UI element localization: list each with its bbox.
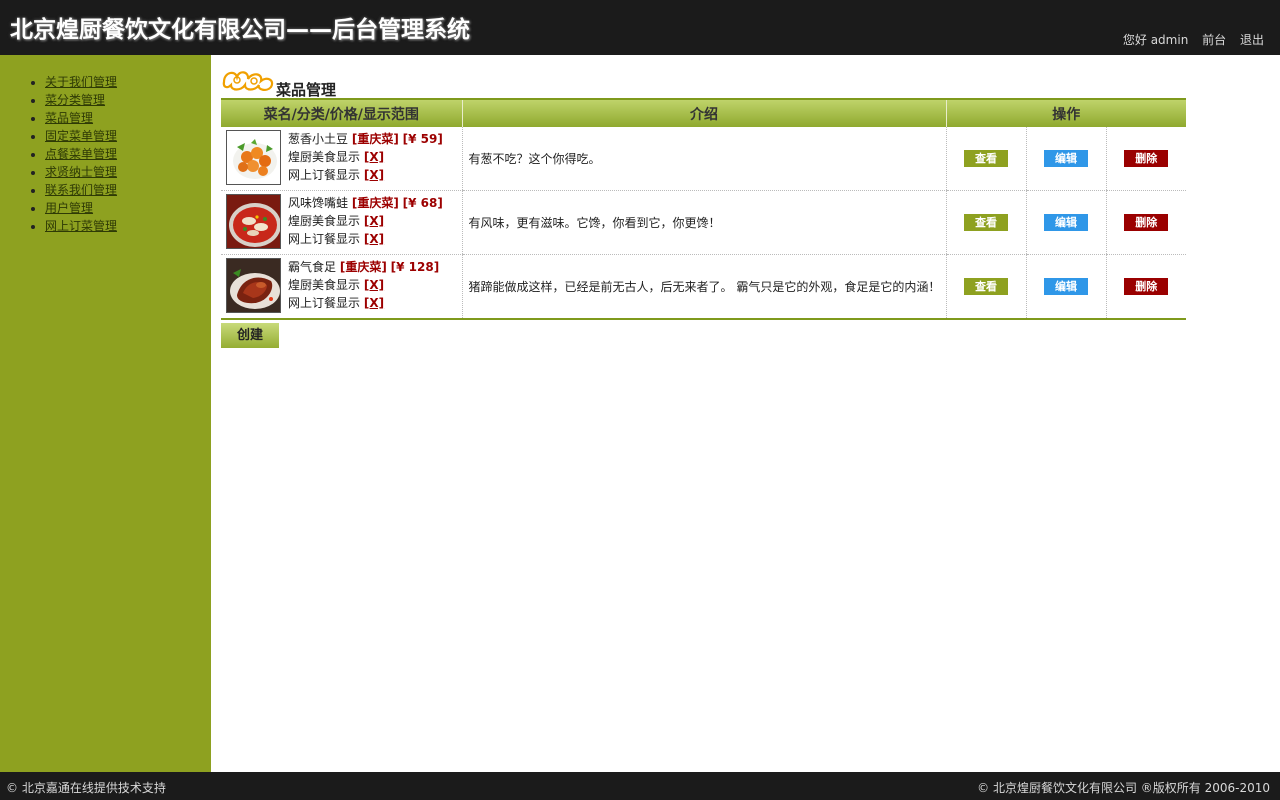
show-order-toggle[interactable]: [X] [364, 296, 384, 310]
sidebar-link-online-orders[interactable]: 网上订菜管理 [45, 219, 117, 233]
frontend-link[interactable]: 前台 [1202, 33, 1226, 47]
delete-button[interactable]: 删除 [1124, 278, 1169, 295]
sidebar-link-contact[interactable]: 联系我们管理 [45, 183, 117, 197]
dish-cell: 葱香小土豆 [重庆菜] [¥ 59] 煌厨美食显示 [X] 网上订餐显示 [X] [221, 127, 462, 191]
view-button[interactable]: 查看 [964, 278, 1008, 295]
edit-button[interactable]: 编辑 [1044, 214, 1088, 231]
dish-cell: 霸气食足 [重庆菜] [¥ 128] 煌厨美食显示 [X] 网上订餐显示 [X] [221, 254, 462, 320]
column-header-intro: 介绍 [461, 98, 946, 127]
dish-price: [¥ 128] [390, 260, 440, 274]
dish-intro: 猪蹄能做成这样，已经是前无古人，后无来者了。 霸气只是它的外观，食足是它的内涵！ [461, 254, 946, 320]
sidebar-item-dish-category: 菜分类管理 [45, 91, 211, 109]
header-links: 您好 admin 前台 退出 [1113, 31, 1264, 48]
table-row: 霸气食足 [重庆菜] [¥ 128] 煌厨美食显示 [X] 网上订餐显示 [X]… [221, 254, 1186, 320]
sidebar-item-users: 用户管理 [45, 199, 211, 217]
show-order-label: 网上订餐显示 [288, 232, 361, 246]
dish-name: 风味馋嘴蛙 [288, 196, 349, 210]
show-food-toggle[interactable]: [X] [364, 214, 384, 228]
dish-intro: 有葱不吃？这个你得吃。 [461, 127, 946, 191]
create-button[interactable]: 创建 [221, 323, 279, 348]
edit-button[interactable]: 编辑 [1044, 150, 1088, 167]
dish-intro: 有风味，更有滋味。它馋，你看到它，你更馋！ [461, 190, 946, 255]
column-header-actions: 操作 [945, 98, 1186, 127]
header-bar: 北京煌厨餐饮文化有限公司——后台管理系统 您好 admin 前台 退出 [0, 0, 1280, 55]
table-row: 葱香小土豆 [重庆菜] [¥ 59] 煌厨美食显示 [X] 网上订餐显示 [X]… [221, 127, 1186, 191]
site-title: 北京煌厨餐饮文化有限公司——后台管理系统 [10, 17, 470, 43]
show-order-label: 网上订餐显示 [288, 296, 361, 310]
sidebar-link-fixed-menu[interactable]: 固定菜单管理 [45, 129, 117, 143]
show-food-toggle[interactable]: [X] [364, 278, 384, 292]
sidebar-item-fixed-menu: 固定菜单管理 [45, 127, 211, 145]
table-row: 风味馋嘴蛙 [重庆菜] [¥ 68] 煌厨美食显示 [X] 网上订餐显示 [X]… [221, 190, 1186, 255]
dish-name: 霸气食足 [288, 260, 337, 274]
dish-price: [¥ 59] [402, 132, 443, 146]
show-order-toggle[interactable]: [X] [364, 168, 384, 182]
footer-tech-support: © 北京嘉通在线提供技术支持 [6, 781, 166, 795]
sidebar-menu: 关于我们管理 菜分类管理 菜品管理 固定菜单管理 点餐菜单管理 求贤纳士管理 联… [0, 55, 211, 235]
sidebar: 关于我们管理 菜分类管理 菜品管理 固定菜单管理 点餐菜单管理 求贤纳士管理 联… [0, 55, 211, 772]
delete-button[interactable]: 删除 [1124, 214, 1169, 231]
sidebar-item-contact: 联系我们管理 [45, 181, 211, 199]
column-header-name: 菜名/分类/价格/显示范围 [221, 98, 462, 127]
dish-thumbnail[interactable] [226, 130, 281, 185]
view-button[interactable]: 查看 [964, 214, 1008, 231]
dish-name: 葱香小土豆 [288, 132, 349, 146]
edit-button[interactable]: 编辑 [1044, 278, 1088, 295]
dish-table: 菜名/分类/价格/显示范围 介绍 操作 葱香小土豆 [重庆菜] [¥ 59] 煌… [221, 98, 1186, 320]
dish-cell: 风味馋嘴蛙 [重庆菜] [¥ 68] 煌厨美食显示 [X] 网上订餐显示 [X] [221, 190, 462, 255]
sidebar-item-about: 关于我们管理 [45, 73, 211, 91]
dish-category: [重庆菜] [351, 132, 399, 146]
sidebar-link-users[interactable]: 用户管理 [45, 201, 93, 215]
sidebar-item-order-menu: 点餐菜单管理 [45, 145, 211, 163]
cloud-ornament-icon [222, 71, 274, 91]
sidebar-item-online-orders: 网上订菜管理 [45, 217, 211, 235]
show-food-label: 煌厨美食显示 [288, 214, 361, 228]
sidebar-link-dishes[interactable]: 菜品管理 [45, 111, 93, 125]
sidebar-item-recruitment: 求贤纳士管理 [45, 163, 211, 181]
sidebar-link-about[interactable]: 关于我们管理 [45, 75, 117, 89]
dish-category: [重庆菜] [339, 260, 387, 274]
dish-thumbnail[interactable] [226, 194, 281, 249]
sidebar-link-recruitment[interactable]: 求贤纳士管理 [45, 165, 117, 179]
show-food-label: 煌厨美食显示 [288, 278, 361, 292]
page-title: 菜品管理 [276, 81, 337, 99]
page-heading: 菜品管理 [221, 64, 421, 99]
sidebar-item-dishes: 菜品管理 [45, 109, 211, 127]
logout-link[interactable]: 退出 [1240, 33, 1264, 47]
show-order-toggle[interactable]: [X] [364, 232, 384, 246]
view-button[interactable]: 查看 [964, 150, 1008, 167]
main-content: 菜品管理 菜名/分类/价格/显示范围 介绍 操作 葱香小土豆 [重庆菜] [¥ … [221, 55, 1271, 772]
sidebar-link-dish-category[interactable]: 菜分类管理 [45, 93, 105, 107]
sidebar-link-order-menu[interactable]: 点餐菜单管理 [45, 147, 117, 161]
footer-copyright: © 北京煌厨餐饮文化有限公司 ®版权所有 2006-2010 [977, 781, 1270, 795]
show-order-label: 网上订餐显示 [288, 168, 361, 182]
dish-thumbnail[interactable] [226, 258, 281, 313]
delete-button[interactable]: 删除 [1124, 150, 1169, 167]
dish-category: [重庆菜] [351, 196, 399, 210]
footer-bar: © 北京嘉通在线提供技术支持 © 北京煌厨餐饮文化有限公司 ®版权所有 2006… [0, 772, 1280, 800]
user-greeting: 您好 admin [1122, 33, 1189, 47]
table-header-row: 菜名/分类/价格/显示范围 介绍 操作 [221, 98, 1186, 127]
show-food-toggle[interactable]: [X] [364, 150, 384, 164]
show-food-label: 煌厨美食显示 [288, 150, 361, 164]
dish-price: [¥ 68] [402, 196, 443, 210]
